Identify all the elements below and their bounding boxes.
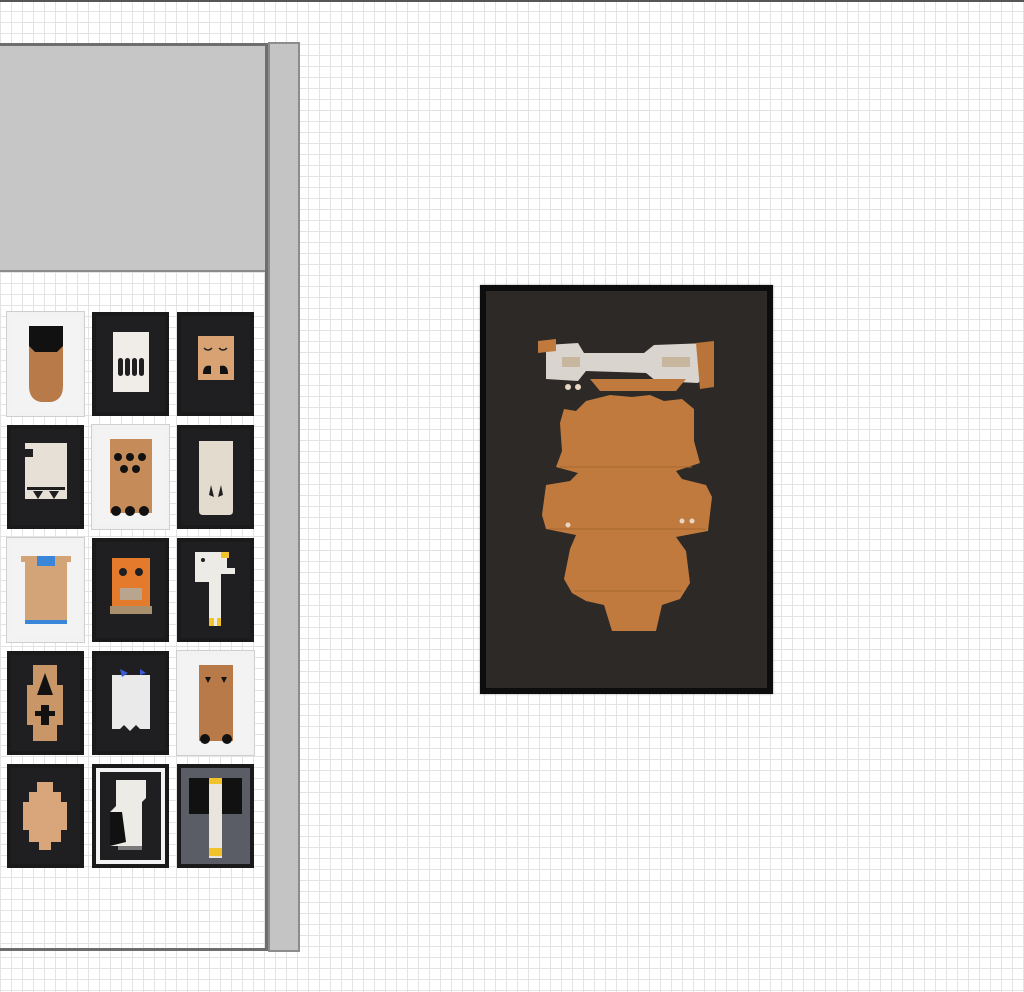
cut-cardboard-artwork-icon (181, 768, 250, 864)
cut-cardboard-artwork-icon (96, 768, 165, 864)
cut-cardboard-artwork-icon (181, 429, 250, 525)
artwork-thumbnail[interactable] (177, 764, 254, 868)
cut-cardboard-artwork-icon (181, 542, 250, 638)
cut-cardboard-artwork-icon (11, 542, 80, 638)
canvas-top-border (0, 0, 1024, 2)
artwork-thumbnail[interactable] (7, 312, 84, 416)
artwork-thumbnail[interactable] (7, 425, 84, 529)
cut-cardboard-artwork-icon (96, 655, 165, 751)
gallery-panel (0, 43, 268, 951)
artwork-thumbnail[interactable] (7, 764, 84, 868)
cut-cardboard-artwork-icon (181, 316, 250, 412)
cut-cardboard-artwork-icon (181, 655, 250, 751)
selected-artwork-frame[interactable] (480, 285, 773, 694)
artwork-thumbnail[interactable] (177, 312, 254, 416)
cut-cardboard-artwork-icon (96, 316, 165, 412)
cut-cardboard-artwork-icon (11, 316, 80, 412)
cut-cardboard-artwork-icon (96, 429, 165, 525)
artwork-thumbnail[interactable] (7, 651, 84, 755)
artwork-thumbnail[interactable] (92, 538, 169, 642)
artwork-thumbnail[interactable] (92, 651, 169, 755)
cut-cardboard-artwork-icon (11, 768, 80, 864)
artwork-thumbnail[interactable] (177, 538, 254, 642)
cut-cardboard-artwork-icon (11, 429, 80, 525)
artwork-thumbnail[interactable] (7, 538, 84, 642)
artwork-thumbnail[interactable] (92, 425, 169, 529)
cut-cardboard-artwork-icon (11, 655, 80, 751)
gallery-panel-header (0, 46, 265, 272)
gallery-grid (0, 272, 265, 948)
artwork-thumbnail[interactable] (92, 312, 169, 416)
artwork-thumbnail[interactable] (177, 651, 254, 755)
artwork-thumbnail[interactable] (177, 425, 254, 529)
gallery-scrollbar[interactable] (268, 42, 300, 952)
cut-cardboard-artwork-icon (486, 291, 767, 688)
artwork-thumbnail[interactable] (92, 764, 169, 868)
cut-cardboard-artwork-icon (96, 542, 165, 638)
